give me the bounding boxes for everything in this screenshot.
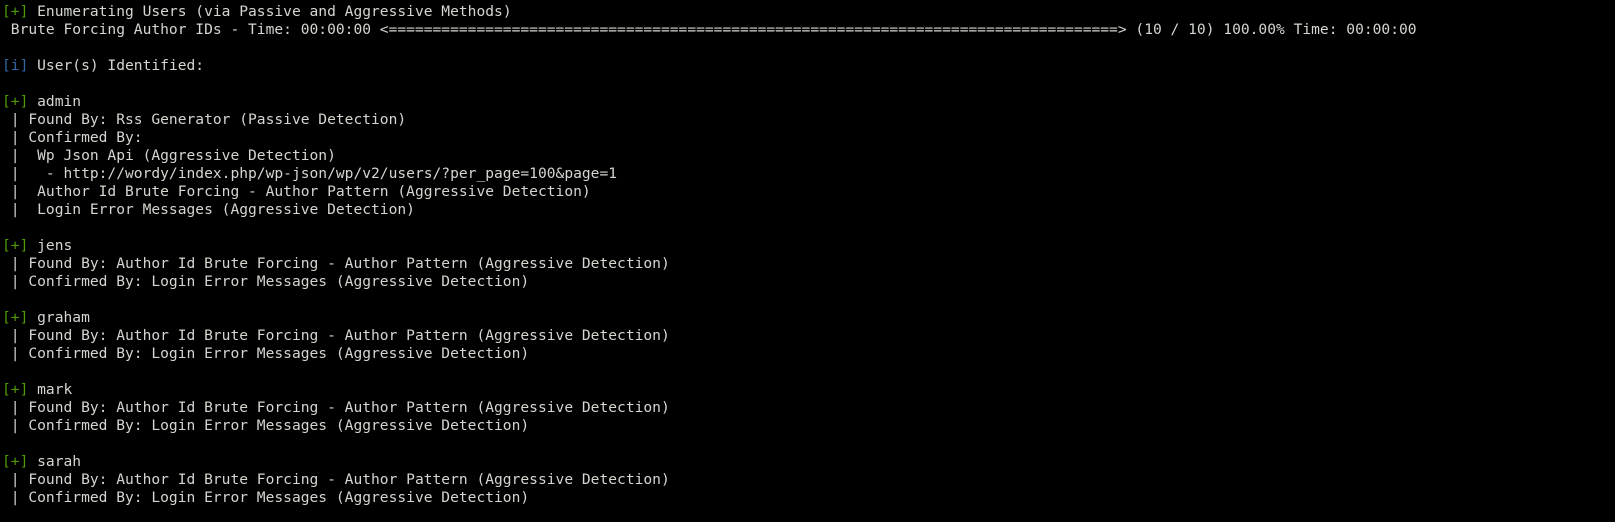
plus-marker: [+] (2, 309, 29, 326)
user-name: jens (28, 237, 73, 254)
user-detail-line: | - http://wordy/index.php/wp-json/wp/v2… (2, 165, 618, 182)
users-identified-line: [i] User(s) Identified: (2, 57, 1615, 75)
plus-marker: [+] (2, 3, 29, 20)
user-detail-line: | Found By: Author Id Brute Forcing - Au… (2, 471, 670, 488)
user-detail-line: | Confirmed By: Login Error Messages (Ag… (2, 417, 530, 434)
user-header-sarah: [+] sarah (2, 453, 1615, 471)
user-name: admin (28, 93, 82, 110)
user-header-graham: [+] graham (2, 309, 1615, 327)
terminal-output: [+] Enumerating Users (via Passive and A… (0, 0, 1615, 507)
user-detail-line: | Found By: Author Id Brute Forcing - Au… (2, 327, 670, 344)
user-detail-line: | Found By: Author Id Brute Forcing - Au… (2, 255, 670, 272)
user-detail-line: | Found By: Author Id Brute Forcing - Au… (2, 399, 670, 416)
user-detail-line: | Wp Json Api (Aggressive Detection) (2, 147, 336, 164)
user-name: graham (28, 309, 90, 326)
user-detail-line: | Found By: Rss Generator (Passive Detec… (2, 111, 407, 128)
enumerating-users-text: Enumerating Users (via Passive and Aggre… (28, 3, 512, 20)
user-header-admin: [+] admin (2, 93, 1615, 111)
info-marker: [i] (2, 57, 29, 74)
user-header-jens: [+] jens (2, 237, 1615, 255)
user-detail-line: | Author Id Brute Forcing - Author Patte… (2, 183, 591, 200)
user-header-mark: [+] mark (2, 381, 1615, 399)
plus-marker: [+] (2, 381, 29, 398)
user-detail-line: | Confirmed By: Login Error Messages (Ag… (2, 489, 530, 506)
users-identified-text: User(s) Identified: (28, 57, 205, 74)
enumerating-users-line: [+] Enumerating Users (via Passive and A… (2, 3, 1615, 21)
user-detail-line: | Login Error Messages (Aggressive Detec… (2, 201, 415, 218)
plus-marker: [+] (2, 453, 29, 470)
user-name: mark (28, 381, 73, 398)
user-detail-line: | Confirmed By: Login Error Messages (Ag… (2, 273, 530, 290)
plus-marker: [+] (2, 237, 29, 254)
plus-marker: [+] (2, 93, 29, 110)
user-detail-line: | Confirmed By: (2, 129, 143, 146)
user-detail-line: | Confirmed By: Login Error Messages (Ag… (2, 345, 530, 362)
user-name: sarah (28, 453, 82, 470)
progress-bar-line: Brute Forcing Author IDs - Time: 00:00:0… (2, 21, 1417, 38)
